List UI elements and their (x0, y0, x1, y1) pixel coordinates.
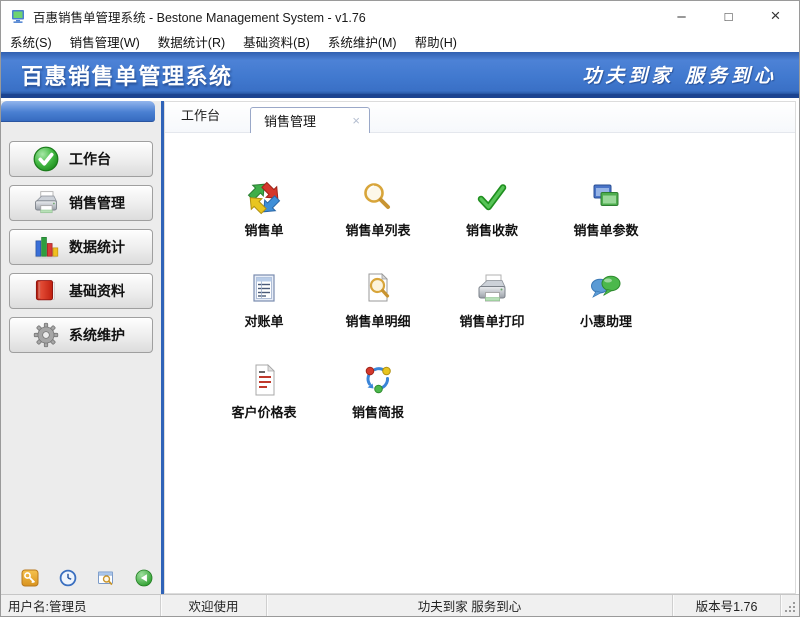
banner-title: 百惠销售单管理系统 (21, 59, 233, 91)
tab-workbench[interactable]: 工作台 (181, 99, 228, 132)
title-bar: 百惠销售单管理系统 - Bestone Management System - … (1, 1, 799, 31)
resize-grip[interactable] (793, 610, 795, 612)
printer-icon (474, 271, 510, 307)
shortcut-sales-report[interactable]: 销售简报 (321, 360, 435, 451)
cycle-arrows-icon (246, 180, 282, 216)
status-slogan: 功夫到家 服务到心 (267, 595, 673, 616)
red-book-icon (32, 277, 60, 305)
chat-bubbles-icon (588, 271, 624, 307)
shortcut-label: 对账单 (244, 311, 283, 330)
sidebar-item-basic-data[interactable]: 基础资料 (9, 273, 153, 309)
menu-sales[interactable]: 销售管理(W) (61, 30, 149, 53)
status-welcome: 欢迎使用 (161, 595, 267, 616)
shortcut-sales-order[interactable]: 销售单 (207, 178, 321, 269)
shortcut-grid: 销售单 销售单列表 销售收款 (207, 178, 663, 451)
status-username: 用户名:管理员 (1, 595, 161, 616)
price-list-icon (246, 362, 282, 398)
main-panel: 工作台 销售管理 × 销售单 (164, 101, 796, 594)
shortcut-sales-order-list[interactable]: 销售单列表 (321, 178, 435, 269)
menu-help[interactable]: 帮助(H) (406, 30, 466, 53)
tab-sales-management[interactable]: 销售管理 × (250, 107, 370, 133)
printer-icon (32, 189, 60, 217)
shortcut-label: 销售收款 (466, 220, 518, 239)
banner-slogan: 功夫到家 服务到心 (582, 61, 777, 88)
stacked-panels-icon (588, 180, 624, 216)
sidebar-item-maintenance[interactable]: 系统维护 (9, 317, 153, 353)
sidebar-item-sales-management[interactable]: 销售管理 (9, 185, 153, 221)
sidebar-header (1, 101, 155, 122)
close-button[interactable]: × (752, 1, 799, 31)
status-bar: 用户名:管理员 欢迎使用 功夫到家 服务到心 版本号1.76 (1, 594, 799, 616)
shortcut-sales-order-print[interactable]: 销售单打印 (435, 269, 549, 360)
shortcut-sales-order-detail[interactable]: 销售单明细 (321, 269, 435, 360)
shortcut-label: 客户价格表 (231, 402, 296, 421)
maximize-button[interactable]: □ (705, 1, 752, 31)
magnifier-icon (360, 180, 396, 216)
menu-bar: 系统(S) 销售管理(W) 数据统计(R) 基础资料(B) 系统维护(M) 帮助… (1, 31, 799, 52)
gear-icon (32, 321, 60, 349)
shortcut-statement[interactable]: 对账单 (207, 269, 321, 360)
check-circle-icon (32, 145, 60, 173)
sidebar-item-label: 销售管理 (69, 193, 125, 213)
doc-magnifier-icon (360, 271, 396, 307)
application-window: 百惠销售单管理系统 - Bestone Management System - … (0, 0, 800, 617)
menu-statistics[interactable]: 数据统计(R) (149, 30, 234, 53)
sidebar-footer-toolbar (1, 567, 161, 589)
sidebar-item-label: 基础资料 (69, 281, 125, 301)
menu-system[interactable]: 系统(S) (1, 30, 61, 53)
sidebar-item-label: 工作台 (69, 149, 111, 169)
shortcut-customer-price-list[interactable]: 客户价格表 (207, 360, 321, 451)
menu-basic-data[interactable]: 基础资料(B) (234, 30, 319, 53)
window-controls: – □ × (658, 1, 799, 31)
shortcut-label: 销售单 (244, 220, 283, 239)
statement-table-icon (246, 271, 282, 307)
tab-close-icon[interactable]: × (352, 114, 360, 127)
minimize-button[interactable]: – (658, 1, 705, 31)
status-version: 版本号1.76 (673, 595, 781, 616)
sidebar: 工作台 销售管理 数 (1, 101, 164, 594)
sidebar-item-workbench[interactable]: 工作台 (9, 141, 153, 177)
clock-icon[interactable] (59, 569, 77, 587)
shortcut-label: 销售单参数 (573, 220, 638, 239)
shortcut-label: 销售简报 (352, 402, 404, 421)
shortcut-label: 销售单明细 (345, 311, 410, 330)
shortcut-sales-receipt[interactable]: 销售收款 (435, 178, 549, 269)
shortcut-sales-order-params[interactable]: 销售单参数 (549, 178, 663, 269)
menu-maintenance[interactable]: 系统维护(M) (319, 30, 406, 53)
sidebar-item-label: 系统维护 (69, 325, 125, 345)
shortcut-label: 销售单打印 (459, 311, 524, 330)
tab-label: 销售管理 (264, 111, 316, 130)
shortcut-label: 销售单列表 (345, 220, 410, 239)
shortcut-label: 小惠助理 (580, 311, 632, 330)
green-check-icon (474, 180, 510, 216)
sidebar-item-label: 数据统计 (69, 237, 125, 257)
cycle-report-icon (360, 362, 396, 398)
key-icon[interactable] (21, 569, 39, 587)
back-icon[interactable] (135, 569, 153, 587)
tab-strip: 工作台 销售管理 × (165, 102, 795, 133)
sidebar-item-statistics[interactable]: 数据统计 (9, 229, 153, 265)
bar-chart-icon (32, 233, 60, 261)
banner: 百惠销售单管理系统 功夫到家 服务到心 (1, 52, 799, 98)
preview-window-icon[interactable] (97, 569, 115, 587)
shortcut-assistant[interactable]: 小惠助理 (549, 269, 663, 360)
window-title: 百惠销售单管理系统 - Bestone Management System - … (33, 7, 366, 26)
app-logo-icon (10, 8, 26, 24)
